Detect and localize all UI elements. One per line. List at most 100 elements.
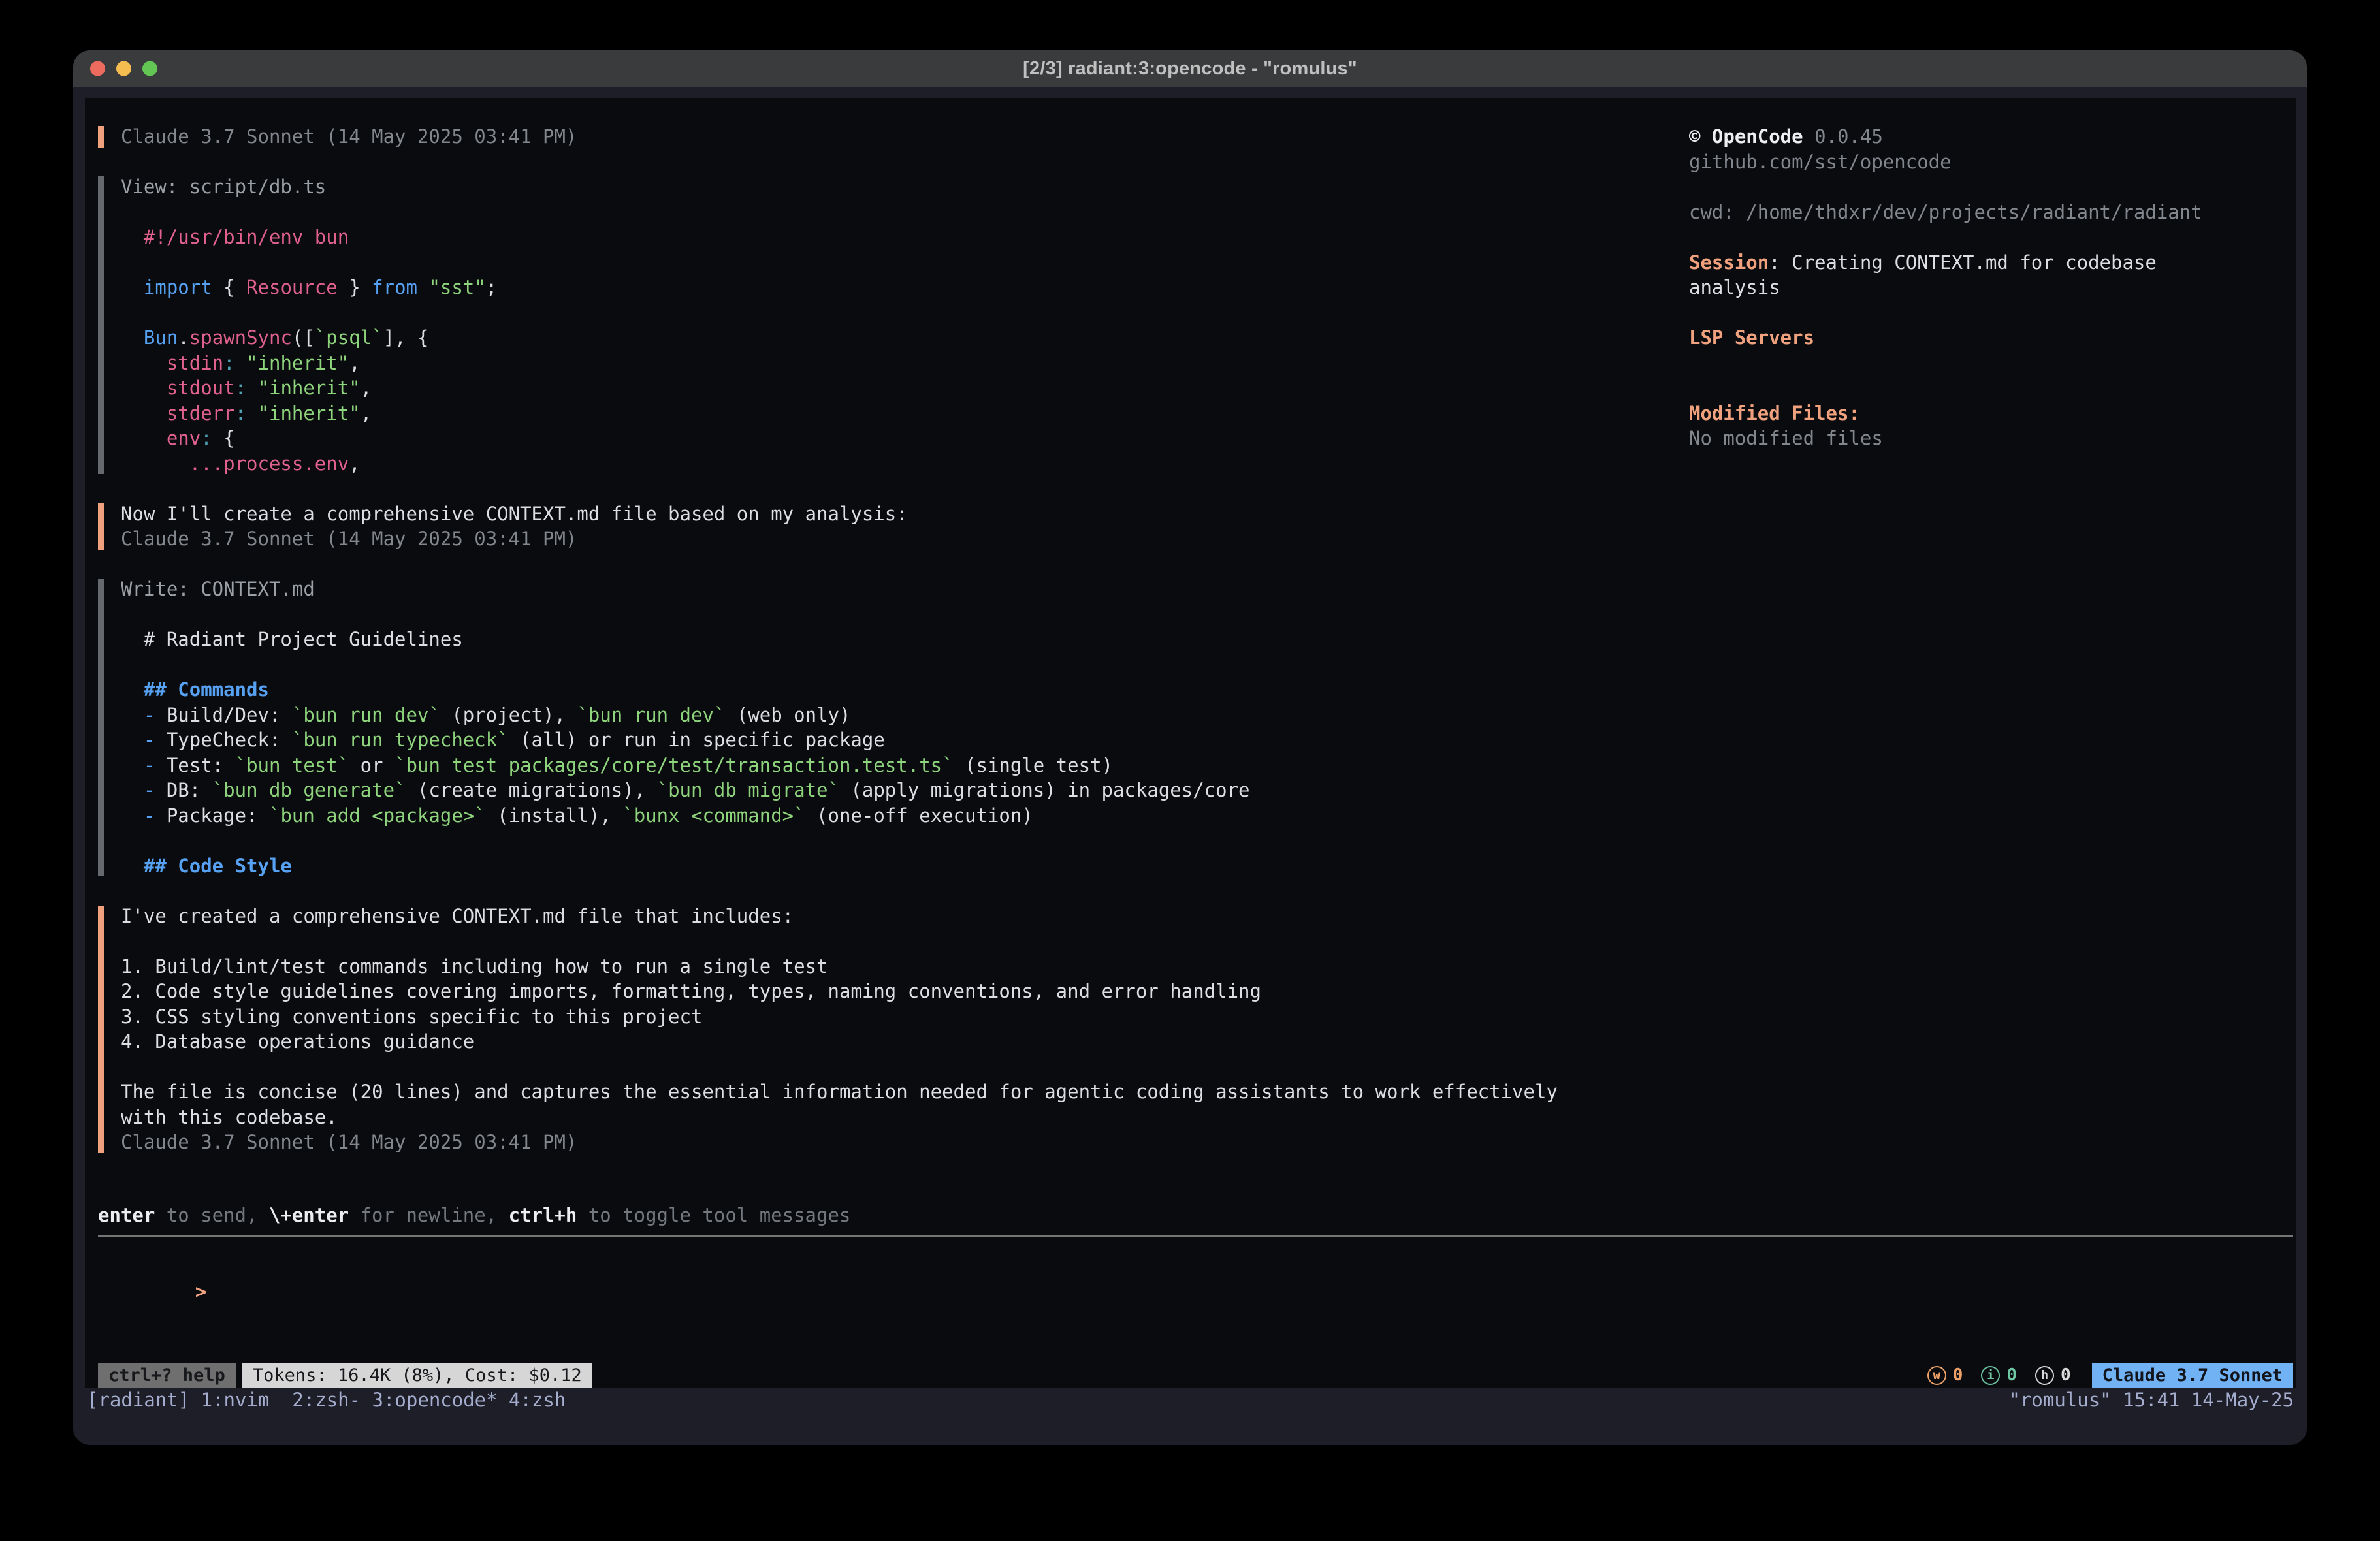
message-line: - Test: `bun test` or `bun test packages…	[121, 753, 1558, 778]
minimize-button[interactable]	[116, 61, 131, 76]
tmux-window-1[interactable]: 1:nvim	[201, 1389, 293, 1411]
text-run: .	[178, 326, 189, 349]
text-run: ,	[349, 453, 360, 475]
text-run: Modified Files:	[1689, 402, 1860, 424]
text-run: -	[121, 729, 167, 751]
message-accent-bar	[98, 579, 104, 876]
close-button[interactable]	[90, 61, 105, 76]
hints-count: 0	[2061, 1365, 2071, 1385]
diagnostic-warnings: w0	[1927, 1365, 1963, 1385]
message-line	[121, 300, 1558, 326]
assistant-message-block: I've created a comprehensive CONTEXT.md …	[98, 904, 1558, 1155]
text-run: (web only)	[725, 704, 850, 726]
zoom-button[interactable]	[142, 61, 157, 76]
terminal-window: [2/3] radiant:3:opencode - "romulus" Cla…	[73, 50, 2307, 1445]
message-line	[121, 250, 1558, 276]
terminal-body: Claude 3.7 Sonnet (14 May 2025 03:41 PM)…	[73, 87, 2307, 1445]
text-run: `bun db migrate`	[657, 779, 839, 801]
message-line: View: script/db.ts	[121, 174, 1558, 200]
message-line: - Build/Dev: `bun run dev` (project), `b…	[121, 703, 1558, 728]
prompt-input[interactable]: >	[98, 1254, 2293, 1339]
message-line: ## Code Style	[121, 853, 1558, 879]
text-run: Claude 3.7 Sonnet (14 May 2025 03:41 PM)	[121, 528, 577, 550]
text-run: stdin	[121, 352, 223, 374]
tmux-window-3[interactable]: 3:opencode*	[372, 1389, 509, 1411]
message-line: 1. Build/lint/test commands including ho…	[121, 954, 1558, 979]
message-line: import { Resource } from "sst";	[121, 275, 1558, 300]
text-run: {	[212, 427, 235, 449]
traffic-lights	[90, 61, 157, 76]
text-run: (one-off execution)	[805, 804, 1033, 827]
sidebar-line: analysis	[1689, 275, 2293, 300]
message-line: 4. Database operations guidance	[121, 1029, 1558, 1055]
text-run: Claude 3.7 Sonnet (14 May 2025 03:41 PM)	[121, 125, 577, 148]
text-run: ;	[486, 276, 497, 298]
text-run: Claude 3.7 Sonnet (14 May 2025 03:41 PM)	[121, 1131, 577, 1153]
message-line: 2. Code style guidelines covering import…	[121, 979, 1558, 1004]
message-line: I've created a comprehensive CONTEXT.md …	[121, 904, 1558, 929]
text-run: (create migrations),	[406, 779, 657, 801]
text-run: © OpenCode	[1689, 125, 1803, 148]
text-run: ctrl+h	[509, 1204, 577, 1226]
tmux-window-2[interactable]: 2:zsh-	[292, 1389, 372, 1411]
input-hint: enter to send, \+enter for newline, ctrl…	[98, 1203, 850, 1228]
window-titlebar[interactable]: [2/3] radiant:3:opencode - "romulus"	[73, 50, 2307, 87]
info-count: 0	[2006, 1365, 2017, 1385]
text-run: -	[121, 704, 167, 726]
sidebar-line	[1689, 225, 2293, 250]
message-line	[121, 828, 1558, 853]
text-run: import	[121, 276, 212, 298]
text-run: "inherit"	[258, 377, 361, 399]
text-run: `bun test packages/core/test/transaction…	[394, 754, 954, 776]
text-run: 1. Build/lint/test commands including ho…	[121, 955, 828, 977]
message-accent-bar	[98, 176, 104, 474]
text-run: (all) or run in specific package	[509, 729, 885, 751]
text-run: -	[121, 754, 167, 776]
tmux-window-4[interactable]: 4:zsh	[509, 1389, 566, 1411]
message-line: # Radiant Project Guidelines	[121, 627, 1558, 652]
message-line: Bun.spawnSync([`psql`], {	[121, 325, 1558, 351]
text-run: 3. CSS styling conventions specific to t…	[121, 1006, 702, 1028]
chat-message-list[interactable]: Claude 3.7 Sonnet (14 May 2025 03:41 PM)…	[98, 124, 1558, 1180]
text-run: github.com/sst/opencode	[1689, 151, 1952, 173]
message-accent-bar	[98, 503, 104, 550]
tmux-session-name: [radiant]	[87, 1389, 201, 1411]
message-line: stdin: "inherit",	[121, 351, 1558, 376]
text-run: The file is concise (20 lines) and captu…	[121, 1081, 1558, 1103]
text-run: `bun run typecheck`	[292, 729, 509, 751]
text-run	[417, 276, 428, 298]
message-line: 3. CSS styling conventions specific to t…	[121, 1004, 1558, 1030]
text-run: `bunx <command>`	[622, 804, 805, 827]
status-bar: ctrl+? help Tokens: 16.4K (8%), Cost: $0…	[98, 1363, 2293, 1388]
help-shortcut-chip[interactable]: ctrl+? help	[98, 1363, 236, 1388]
message-line: Claude 3.7 Sonnet (14 May 2025 03:41 PM)	[121, 1130, 1558, 1155]
text-run: analysis	[1689, 276, 1780, 298]
text-run	[235, 352, 246, 374]
text-run: -	[121, 804, 167, 827]
text-run: :	[201, 427, 212, 449]
tmux-window-list: [radiant] 1:nvim 2:zsh- 3:opencode* 4:zs…	[87, 1388, 566, 1412]
text-run: cwd: /home/thdxr/dev/projects/radiant/ra…	[1689, 201, 2202, 223]
message-line	[121, 602, 1558, 628]
text-run: `bun db generate`	[212, 779, 406, 801]
opencode-tui: Claude 3.7 Sonnet (14 May 2025 03:41 PM)…	[85, 98, 2296, 1388]
text-run: with this codebase.	[121, 1106, 338, 1128]
sidebar-line: Session: Creating CONTEXT.md for codebas…	[1689, 250, 2293, 276]
sidebar-line	[1689, 300, 2293, 326]
text-run: `psql`	[315, 326, 383, 349]
message-line	[121, 1055, 1558, 1080]
input-hint-line: enter to send, \+enter for newline, ctrl…	[98, 1203, 850, 1228]
text-run: :	[235, 402, 246, 424]
text-run: Package:	[167, 804, 269, 827]
message-accent-bar	[98, 906, 104, 1153]
text-run: to send,	[155, 1204, 269, 1226]
text-run: enter	[98, 1204, 155, 1226]
text-run: I've created a comprehensive CONTEXT.md …	[121, 905, 794, 927]
text-run: 4. Database operations guidance	[121, 1030, 474, 1053]
text-run: {	[212, 276, 246, 298]
prompt-caret: >	[189, 1280, 206, 1303]
model-chip[interactable]: Claude 3.7 Sonnet	[2092, 1363, 2293, 1388]
message-line: - TypeCheck: `bun run typecheck` (all) o…	[121, 727, 1558, 753]
text-run: #!/usr/bin/env bun	[121, 226, 349, 248]
message-line: - DB: `bun db generate` (create migratio…	[121, 778, 1558, 803]
